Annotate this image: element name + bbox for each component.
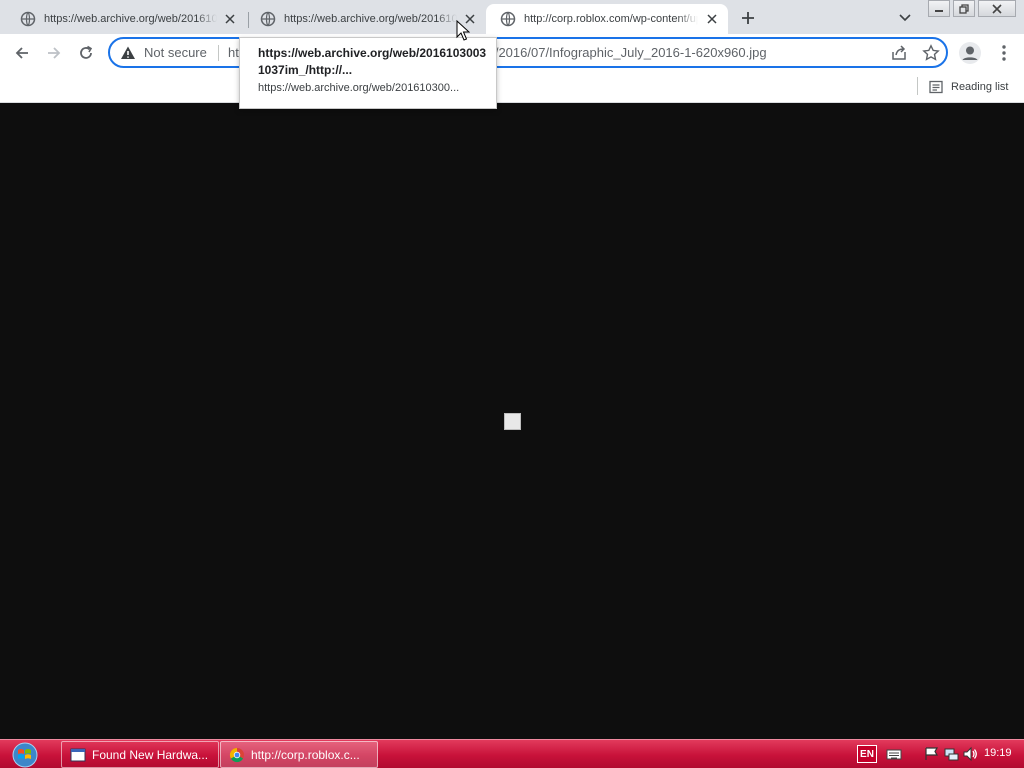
- globe-icon: [20, 11, 36, 27]
- plus-icon: [742, 12, 754, 24]
- reading-list-label: Reading list: [951, 81, 1009, 93]
- reload-icon: [80, 45, 93, 59]
- tab-strip: https://web.archive.org/web/201610300310…: [0, 0, 1024, 34]
- url-text-end: /2016/07/Infographic_July_2016-1-620x960…: [494, 45, 767, 60]
- browser-menu-button[interactable]: [994, 41, 1014, 65]
- globe-icon: [500, 11, 516, 27]
- address-bar[interactable]: Not secure ht/2016/07/Infographic_July_2…: [108, 37, 948, 68]
- new-tab-button[interactable]: [737, 7, 759, 29]
- restore-icon: [959, 3, 969, 14]
- mouse-cursor-icon: [456, 20, 470, 41]
- hover-card-title: https://web.archive.org/web/201610300310…: [258, 46, 487, 77]
- back-button[interactable]: [10, 41, 34, 65]
- profile-avatar-icon[interactable]: [958, 41, 982, 65]
- page-content: [0, 103, 1024, 739]
- reading-list-button[interactable]: Reading list: [929, 76, 1008, 98]
- warning-icon[interactable]: [120, 45, 136, 61]
- tab-title: https://web.archive.org/web/201610300310…: [44, 13, 217, 25]
- taskbar-item-chrome[interactable]: http://corp.roblox.c...: [220, 741, 378, 768]
- tab-search-button[interactable]: [895, 8, 915, 28]
- arrow-right-icon: [48, 47, 61, 59]
- broken-image-icon: [504, 413, 521, 430]
- taskbar: Found New Hardwa... http://corp.roblox.c…: [0, 739, 1024, 768]
- taskbar-item-hardware[interactable]: Found New Hardwa...: [61, 741, 219, 768]
- tab-archive-1[interactable]: https://web.archive.org/web/201610300310…: [6, 4, 246, 34]
- close-icon: [992, 3, 1002, 14]
- restore-button[interactable]: [953, 0, 975, 17]
- close-tab-icon[interactable]: [704, 11, 720, 27]
- windows-logo-icon: [12, 742, 38, 767]
- arrow-left-icon: [15, 47, 28, 59]
- url-text-start: ht: [228, 45, 239, 60]
- security-label[interactable]: Not secure: [144, 45, 207, 60]
- taskbar-item-label: http://corp.roblox.c...: [251, 747, 360, 762]
- globe-icon: [260, 11, 276, 27]
- tab-archive-2[interactable]: https://web.archive.org/web/201610300310…: [246, 4, 486, 34]
- language-indicator[interactable]: EN: [857, 745, 877, 763]
- start-button[interactable]: [8, 741, 42, 768]
- chevron-down-icon: [899, 14, 911, 22]
- browser-toolbar: Not secure ht/2016/07/Infographic_July_2…: [0, 34, 1024, 72]
- omnibox-divider: [218, 45, 219, 61]
- keyboard-icon[interactable]: [886, 746, 902, 762]
- volume-icon[interactable]: [962, 746, 978, 762]
- bookmarks-bar: Reading list: [0, 72, 1024, 103]
- system-clock[interactable]: 19:19: [984, 747, 1012, 759]
- tab-title: http://corp.roblox.com/wp-content/upload…: [524, 13, 698, 25]
- flag-icon[interactable]: [924, 746, 940, 762]
- reading-list-icon: [929, 80, 943, 94]
- network-icon[interactable]: [943, 746, 959, 762]
- forward-button[interactable]: [42, 41, 66, 65]
- close-tab-icon[interactable]: [223, 11, 239, 27]
- tab-title: https://web.archive.org/web/201610300310…: [284, 13, 457, 25]
- reload-button[interactable]: [74, 41, 98, 65]
- bookmarks-divider: [917, 77, 918, 95]
- taskbar-item-label: Found New Hardwa...: [92, 747, 209, 762]
- star-icon[interactable]: [922, 44, 940, 62]
- hover-card-url: https://web.archive.org/web/201610300...: [258, 82, 460, 94]
- close-window-button[interactable]: [978, 0, 1016, 17]
- tab-roblox-active[interactable]: http://corp.roblox.com/wp-content/upload…: [486, 4, 728, 34]
- chrome-icon: [229, 747, 244, 762]
- minimize-button[interactable]: [928, 0, 950, 17]
- minimize-icon: [935, 9, 943, 12]
- tab-hover-card: https://web.archive.org/web/201610300310…: [239, 37, 497, 109]
- share-icon[interactable]: [890, 44, 908, 62]
- window-icon: [70, 748, 86, 761]
- kebab-menu-icon: [1002, 45, 1006, 61]
